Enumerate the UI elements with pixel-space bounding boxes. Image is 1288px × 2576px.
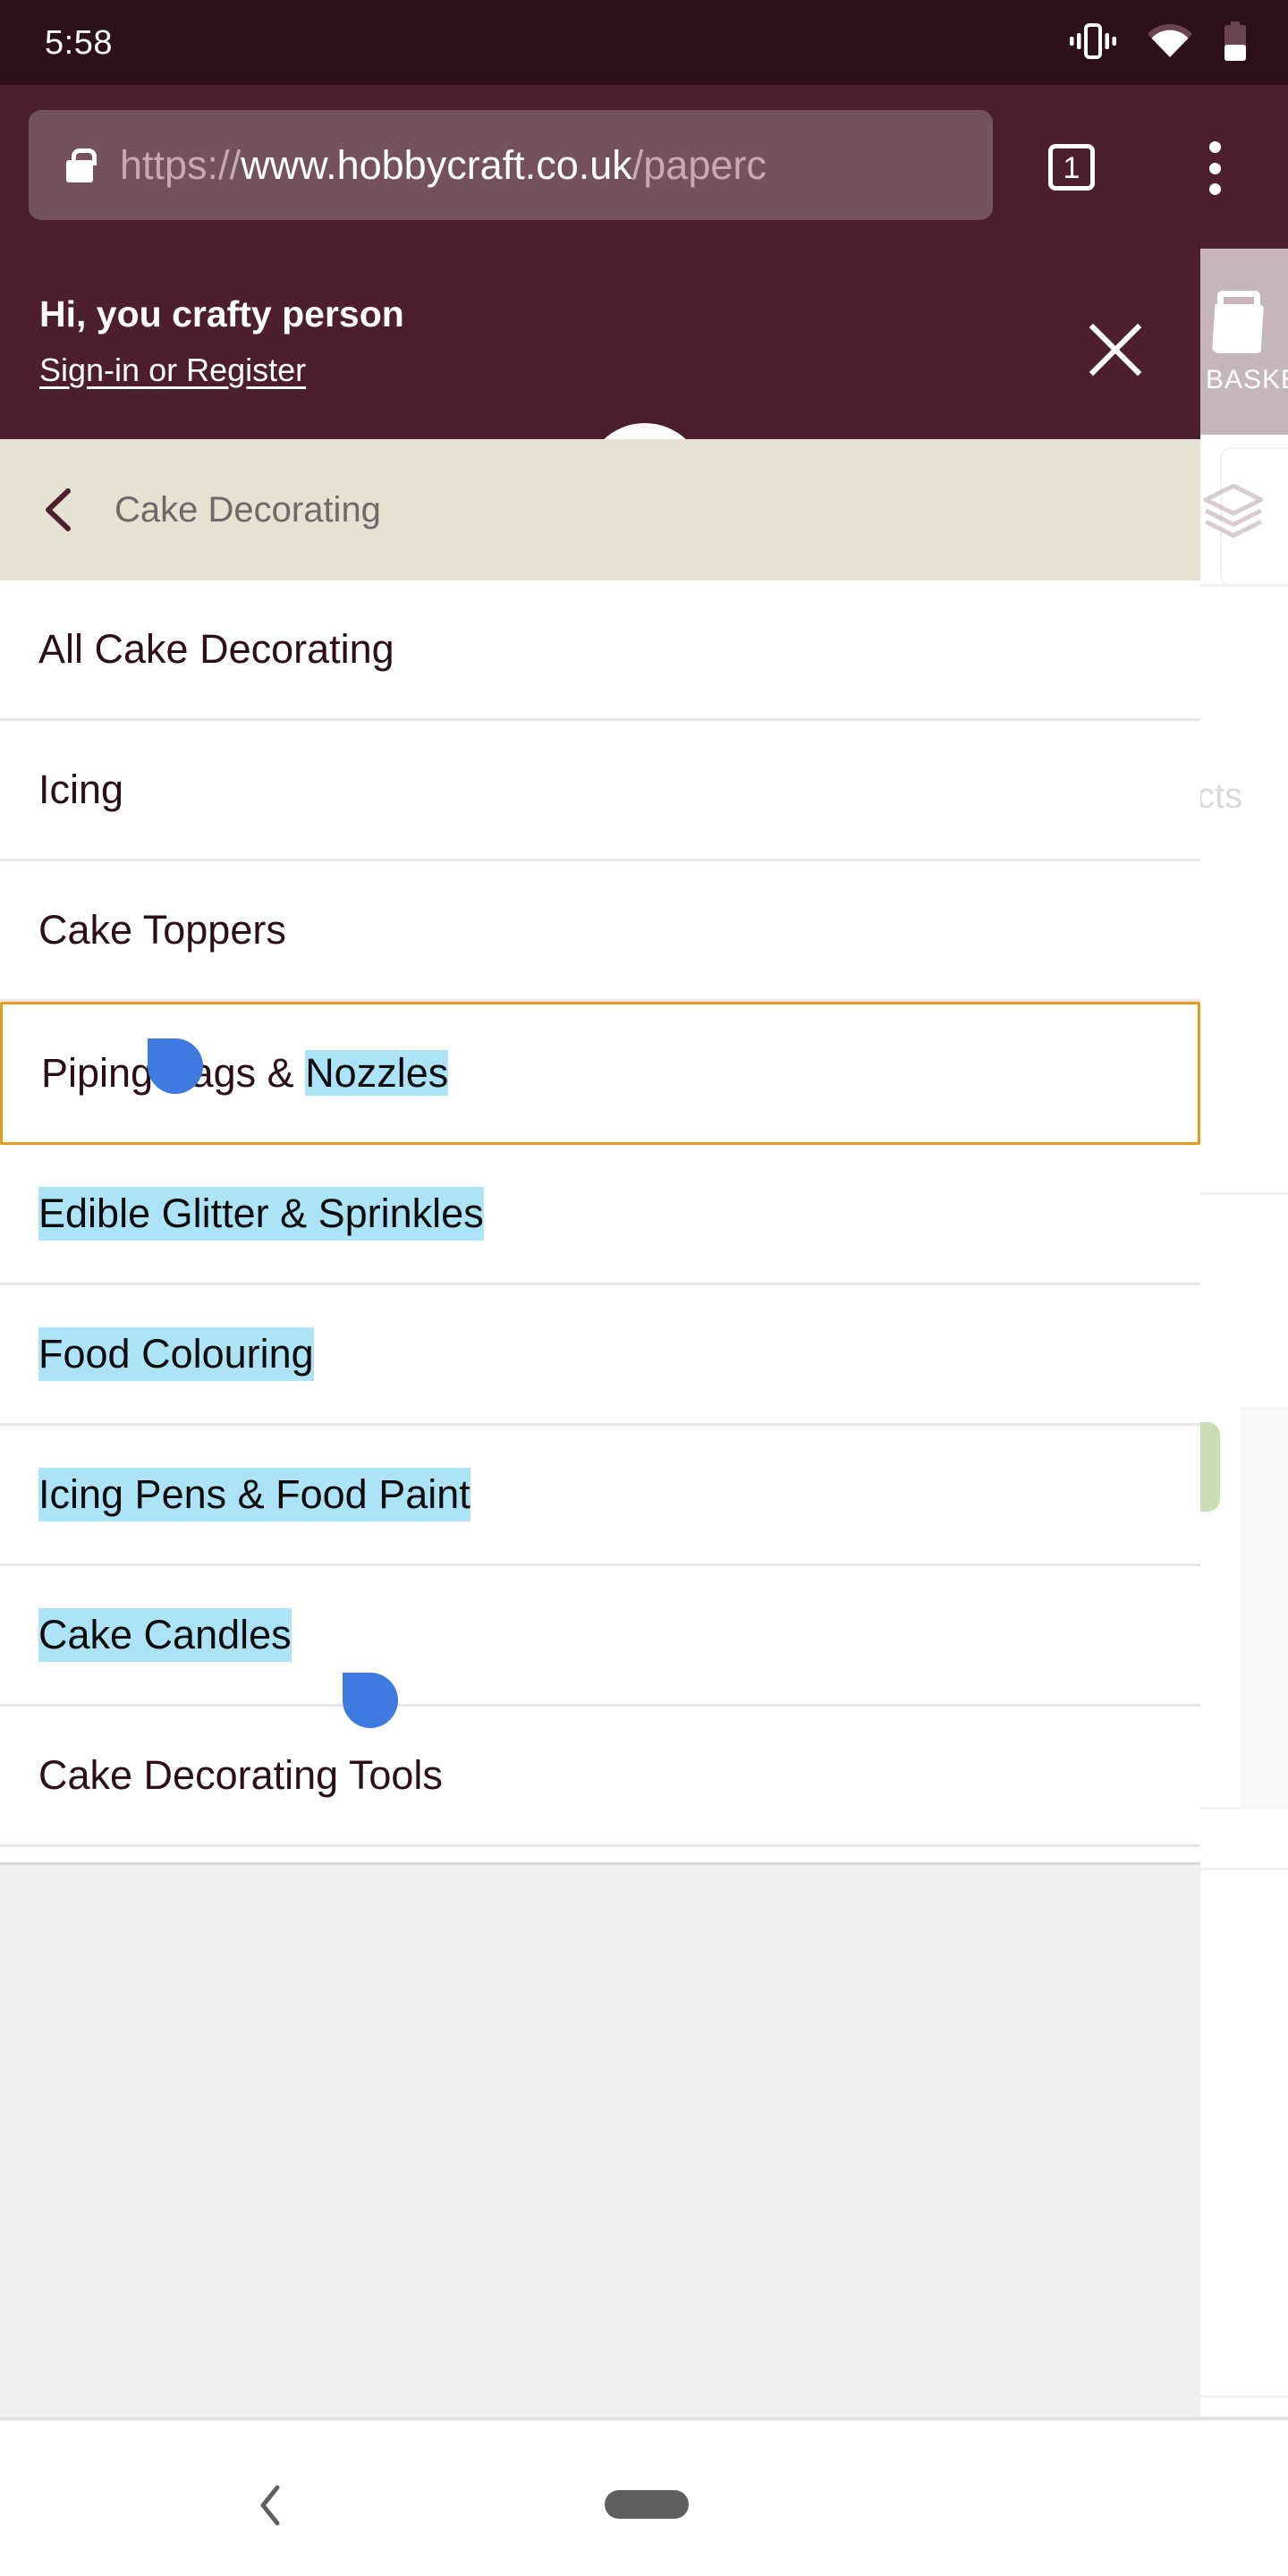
category-menu-list: All Cake Decorating Icing Cake Toppers P… — [0, 580, 1200, 1847]
menu-item-edible-glitter-and-sprinkles[interactable]: Edible Glitter & Sprinkles — [0, 1145, 1200, 1285]
menu-item-food-colouring[interactable]: Food Colouring — [0, 1285, 1200, 1426]
status-bar: 5:58 — [0, 0, 1288, 85]
url-host: www.hobbycraft.co.uk — [241, 141, 632, 188]
category-menu-overlay: Cake Decorating All Cake Decorating Icin… — [0, 439, 1200, 1865]
selection-handle-end[interactable] — [343, 1673, 398, 1728]
menu-item-label: Piping Bags & Nozzles — [41, 1048, 449, 1098]
status-clock: 5:58 — [45, 24, 113, 62]
menu-item-label: Icing — [38, 767, 124, 812]
account-banner: Hi, you crafty person Sign-in or Registe… — [0, 249, 1200, 439]
menu-item-cake-toppers[interactable]: Cake Toppers — [0, 861, 1200, 1002]
shopping-basket-icon[interactable] — [1212, 289, 1267, 353]
vibrate-icon — [1070, 22, 1116, 64]
menu-item-icing-pens-and-food-paint[interactable]: Icing Pens & Food Paint — [0, 1426, 1200, 1566]
content-bottom-fill — [0, 1865, 1200, 2417]
background-divider-1 — [1200, 584, 1288, 587]
wifi-icon — [1146, 23, 1194, 64]
menu-item-label: Edible Glitter & Sprinkles — [38, 1187, 484, 1241]
close-icon[interactable] — [1088, 322, 1143, 377]
status-icon-group — [1070, 21, 1247, 65]
menu-item-label: Cake Candles — [38, 1608, 292, 1662]
tab-count-button[interactable]: 1 — [1048, 144, 1095, 191]
background-divider-5 — [1200, 2395, 1288, 2398]
banner-greeting: Hi, you crafty person — [39, 293, 404, 335]
menu-item-all-cake-decorating[interactable]: All Cake Decorating — [0, 580, 1200, 721]
category-menu-header: Cake Decorating — [0, 439, 1200, 580]
url-scheme: https:// — [120, 141, 242, 188]
layers-icon — [1200, 477, 1267, 545]
chevron-left-icon[interactable] — [43, 487, 73, 532]
lock-icon — [66, 148, 97, 182]
battery-icon — [1224, 21, 1247, 65]
signin-or-register-link[interactable]: Sign-in or Register — [39, 352, 306, 388]
nav-back-icon[interactable] — [258, 2485, 284, 2526]
android-nav-bar — [0, 2417, 1288, 2576]
background-divider-4 — [1200, 1868, 1288, 1870]
url-path: /paperc — [631, 141, 767, 188]
url-bar[interactable]: https://www.hobbycraft.co.uk/paperc — [29, 110, 993, 220]
url-text: https://www.hobbycraft.co.uk/paperc — [120, 141, 767, 188]
background-green-accent — [1199, 1422, 1220, 1512]
menu-item-label-selected: Nozzles — [305, 1050, 449, 1096]
menu-item-cake-candles[interactable]: Cake Candles — [0, 1566, 1200, 1707]
menu-item-label: Icing Pens & Food Paint — [38, 1468, 470, 1521]
menu-item-label: Food Colouring — [38, 1327, 314, 1381]
category-menu-title: Cake Decorating — [114, 490, 381, 530]
menu-item-cake-decorating-tools[interactable]: Cake Decorating Tools — [0, 1707, 1200, 1847]
background-divider-2 — [1200, 1192, 1288, 1195]
overflow-menu-icon[interactable] — [1206, 141, 1224, 195]
background-products-text: cts — [1197, 776, 1243, 816]
menu-item-label: Cake Decorating Tools — [38, 1752, 443, 1798]
nav-home-pill[interactable] — [605, 2490, 689, 2519]
basket-label: BASKET — [1206, 365, 1288, 394]
browser-toolbar: https://www.hobbycraft.co.uk/paperc 1 — [0, 85, 1288, 249]
selection-handle-start[interactable] — [148, 1038, 203, 1094]
menu-item-label: Cake Toppers — [38, 907, 286, 953]
menu-item-label: All Cake Decorating — [38, 626, 394, 672]
background-grey-block — [1240, 1407, 1288, 1809]
menu-item-icing[interactable]: Icing — [0, 721, 1200, 861]
